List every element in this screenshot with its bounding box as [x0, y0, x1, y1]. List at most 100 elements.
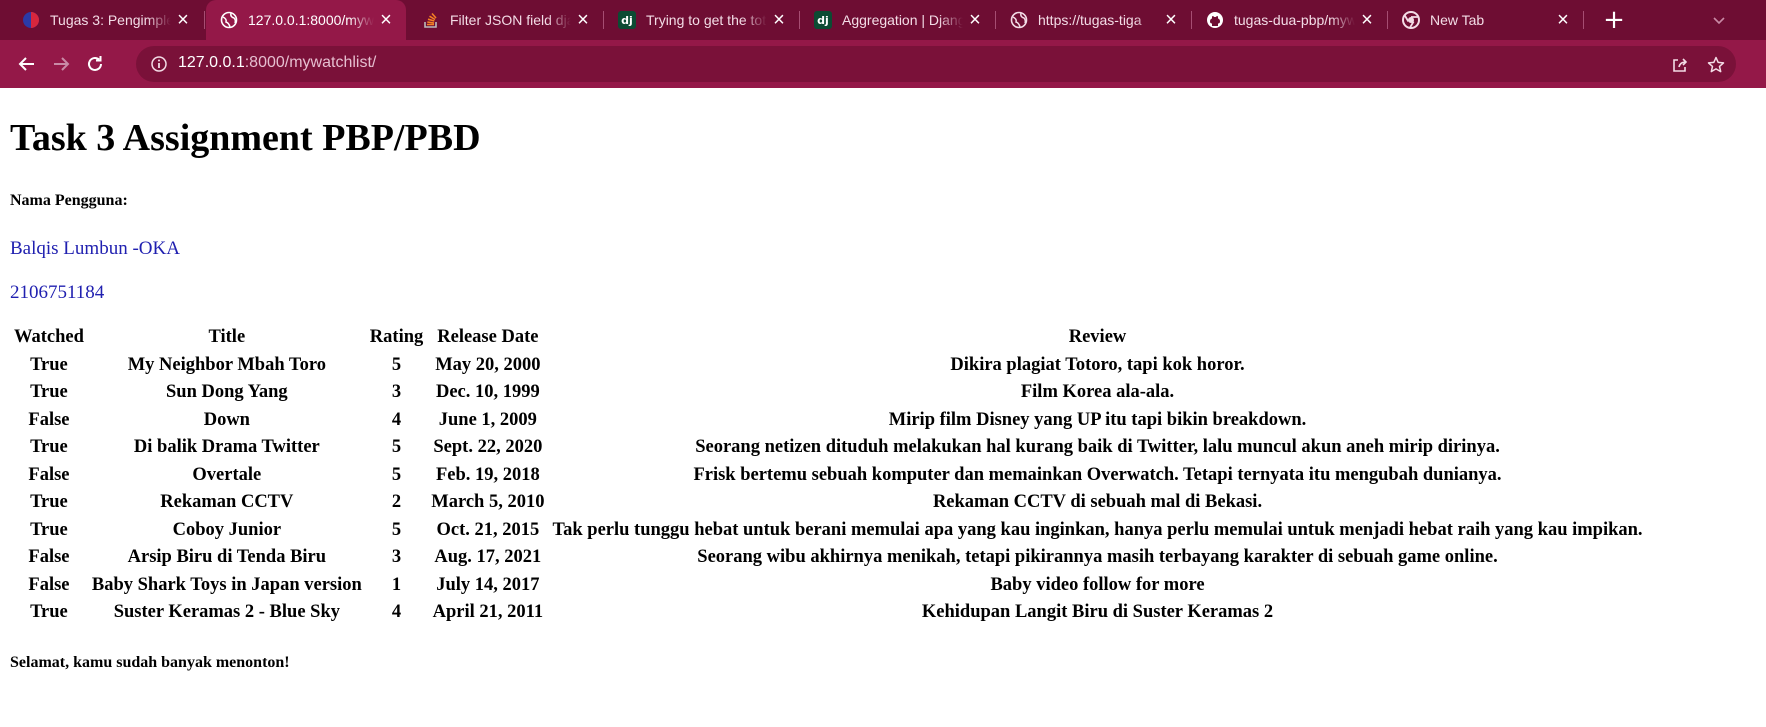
tab-search-button[interactable]	[1705, 6, 1733, 34]
cell-release-date: March 5, 2010	[431, 492, 545, 513]
cell-review: Frisk bertemu sebuah komputer dan memain…	[693, 464, 1502, 485]
cell-release-date: April 21, 2011	[432, 602, 544, 623]
address-bar[interactable]: 127.0.0.1:8000/mywatchlist/	[136, 46, 1736, 82]
url-host: 127.0.0.1	[178, 54, 245, 71]
tab-3[interactable]: dj Trying to get the total ×	[604, 0, 799, 40]
watch-status-message: Selamat, kamu sudah banyak menonton!	[10, 654, 290, 671]
cell-watched: False	[28, 574, 70, 595]
cell-title: Arsip Biru di Tenda Biru	[127, 547, 327, 568]
cell-rating: 4	[391, 602, 402, 623]
cell-watched: False	[28, 464, 70, 485]
tab-7[interactable]: New Tab ×	[1388, 0, 1583, 40]
cell-rating: 5	[391, 464, 402, 485]
new-tab-button[interactable]: +	[1598, 4, 1630, 36]
cell-review: Seorang netizen dituduh melakukan hal ku…	[695, 437, 1500, 458]
table-row: True Di balik Drama Twitter 5 Sept. 22, …	[10, 434, 1647, 462]
cell-release-date: May 20, 2000	[435, 354, 541, 375]
tab-2[interactable]: Filter JSON field django ×	[408, 0, 603, 40]
tab-5[interactable]: https://tugas-tiga ×	[996, 0, 1191, 40]
cell-watched: True	[30, 602, 68, 623]
browser-toolbar: 127.0.0.1:8000/mywatchlist/	[0, 40, 1766, 88]
star-icon	[1707, 56, 1725, 73]
arrow-left-icon	[18, 57, 34, 71]
close-icon[interactable]: ×	[1551, 8, 1575, 32]
plus-icon: +	[1603, 5, 1625, 35]
close-icon[interactable]: ×	[1159, 8, 1183, 32]
tab-0[interactable]: Tugas 3: Pengimplementasian ×	[8, 0, 203, 40]
close-icon[interactable]: ×	[1355, 8, 1379, 32]
back-button[interactable]	[12, 49, 42, 79]
cell-review: Kehidupan Langit Biru di Suster Keramas …	[921, 602, 1274, 623]
cell-title: Down	[203, 409, 250, 430]
header-review: Review	[1068, 327, 1127, 348]
user-npm: 2106751184	[10, 282, 105, 303]
table-row: False Baby Shark Toys in Japan version 1…	[10, 572, 1647, 600]
tab-title: https://tugas-tiga	[1038, 12, 1142, 28]
cell-release-date: Sept. 22, 2020	[433, 437, 543, 458]
cell-review: Tak perlu tunggu hebat untuk berani memu…	[552, 519, 1643, 540]
tab-divider	[1583, 11, 1584, 29]
close-icon[interactable]: ×	[571, 8, 595, 32]
table-row: True Rekaman CCTV 2 March 5, 2010 Rekama…	[10, 489, 1647, 517]
tab-6[interactable]: tugas-dua-pbp/mywatchlist ×	[1192, 0, 1387, 40]
arrow-right-icon	[54, 57, 70, 71]
reload-icon	[88, 56, 102, 71]
user-label: Nama Pengguna:	[10, 192, 128, 209]
tab-1[interactable]: 127.0.0.1:8000/mywatchlist/ ×	[206, 0, 406, 40]
cell-rating: 4	[391, 409, 402, 430]
share-button[interactable]	[1668, 53, 1692, 77]
table-row: False Arsip Biru di Tenda Biru 3 Aug. 17…	[10, 544, 1647, 572]
watchlist-table: Watched Title Rating Release Date Review…	[10, 324, 1647, 627]
browser-tab-strip: Tugas 3: Pengimplementasian × 127.0.0.1:…	[0, 0, 1766, 40]
cell-rating: 2	[391, 492, 402, 513]
chrome-icon	[1402, 11, 1420, 29]
github-icon	[1206, 11, 1224, 29]
cell-rating: 5	[391, 354, 402, 375]
stackoverflow-icon	[422, 11, 440, 29]
url-text: 127.0.0.1:8000/mywatchlist/	[178, 54, 376, 72]
cell-review: Rekaman CCTV di sebuah mal di Bekasi.	[932, 492, 1263, 513]
forward-button[interactable]	[46, 49, 76, 79]
cell-title: Sun Dong Yang	[166, 382, 288, 403]
cell-watched: True	[30, 492, 68, 513]
reload-button[interactable]	[80, 49, 110, 79]
cell-rating: 3	[391, 547, 402, 568]
cell-watched: False	[28, 547, 70, 568]
cell-rating: 5	[391, 437, 402, 458]
cell-title: Overtale	[192, 464, 262, 485]
django-icon: dj	[814, 11, 832, 29]
table-header-row: Watched Title Rating Release Date Review	[10, 324, 1647, 352]
tab-title: 127.0.0.1:8000/mywatchlist/	[248, 12, 374, 28]
bookmark-button[interactable]	[1704, 53, 1728, 77]
close-icon[interactable]: ×	[374, 8, 398, 32]
cell-rating: 1	[391, 574, 402, 595]
tab-title: Trying to get the total	[646, 12, 767, 28]
header-watched: Watched	[14, 327, 84, 348]
cell-watched: True	[30, 437, 68, 458]
cell-title: My Neighbor Mbah Toro	[127, 354, 326, 375]
table-row: True Sun Dong Yang 3 Dec. 10, 1999 Film …	[10, 379, 1647, 407]
info-icon[interactable]	[150, 55, 168, 73]
cell-title: Suster Keramas 2 - Blue Sky	[113, 602, 340, 623]
tab-title: New Tab	[1430, 12, 1485, 28]
cell-title: Coboy Junior	[172, 519, 282, 540]
cell-title: Baby Shark Toys in Japan version	[91, 574, 362, 595]
cell-rating: 3	[391, 382, 402, 403]
cell-title: Rekaman CCTV	[160, 492, 294, 513]
cell-title: Di balik Drama Twitter	[133, 437, 320, 458]
cell-review: Mirip film Disney yang UP itu tapi bikin…	[888, 409, 1307, 430]
table-row: False Overtale 5 Feb. 19, 2018 Frisk ber…	[10, 462, 1647, 490]
table-row: True My Neighbor Mbah Toro 5 May 20, 200…	[10, 352, 1647, 380]
cell-review: Film Korea ala-ala.	[1020, 382, 1175, 403]
cell-watched: True	[30, 354, 68, 375]
tab-4[interactable]: dj Aggregation | Django ×	[800, 0, 995, 40]
close-icon[interactable]: ×	[963, 8, 987, 32]
cell-watched: True	[30, 519, 68, 540]
cell-rating: 5	[391, 519, 402, 540]
cell-review: Baby video follow for more	[990, 574, 1205, 595]
tab-divider	[204, 11, 205, 29]
close-icon[interactable]: ×	[767, 8, 791, 32]
cell-release-date: July 14, 2017	[436, 574, 540, 595]
chevron-down-icon	[1713, 17, 1725, 25]
close-icon[interactable]: ×	[171, 8, 195, 32]
